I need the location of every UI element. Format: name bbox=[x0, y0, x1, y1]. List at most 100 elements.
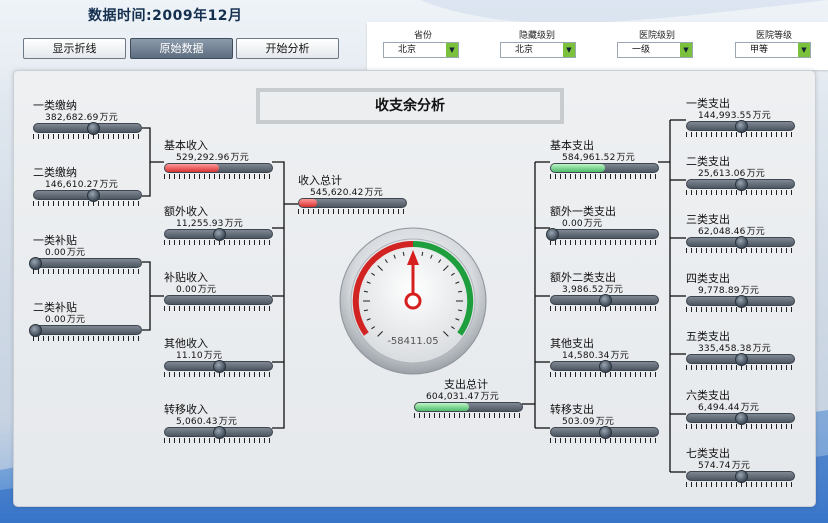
value-unit: 万元 bbox=[197, 285, 217, 295]
slider-track[interactable] bbox=[686, 412, 795, 425]
chevron-down-icon: ▼ bbox=[563, 43, 575, 57]
slider-track[interactable] bbox=[164, 295, 273, 305]
chevron-down-icon: ▼ bbox=[798, 43, 810, 57]
slider-track[interactable] bbox=[550, 163, 659, 173]
expense-type6[interactable]: 六类支出 6,494.44万元 bbox=[686, 387, 798, 429]
slider-track[interactable] bbox=[686, 353, 795, 366]
tick-scale bbox=[164, 438, 273, 443]
widget-value: 0.00万元 bbox=[562, 216, 602, 229]
tick-scale bbox=[33, 269, 142, 274]
expense-type3[interactable]: 三类支出 62,048.46万元 bbox=[686, 211, 798, 253]
slider-track[interactable] bbox=[298, 198, 407, 208]
expense-type7[interactable]: 七类支出 574.74万元 bbox=[686, 445, 798, 487]
expense-transfer[interactable]: 转移支出 503.09万元 bbox=[550, 401, 662, 443]
value-number: 0.00 bbox=[562, 219, 583, 229]
source-type2-subsidy[interactable]: 二类补贴 0.00万元 bbox=[29, 299, 145, 341]
filter-hidden-level-select[interactable]: 北京 ▼ bbox=[500, 42, 576, 58]
expense-type5[interactable]: 五类支出 335,458.38万元 bbox=[686, 328, 798, 370]
slider-track[interactable] bbox=[550, 294, 659, 307]
income-other[interactable]: 其他收入 11.10万元 bbox=[164, 335, 276, 377]
slider-track[interactable] bbox=[164, 360, 273, 373]
expense-basic[interactable]: 基本支出 584,961.52万元 bbox=[550, 137, 662, 179]
value-number: 6,494.44 bbox=[698, 403, 740, 413]
value-unit: 万元 bbox=[99, 113, 118, 123]
slider-track[interactable] bbox=[414, 402, 523, 412]
value-unit: 万元 bbox=[746, 169, 766, 179]
tick-scale bbox=[550, 372, 659, 377]
data-time-label: 数据时间:2009年12月 bbox=[88, 8, 243, 24]
filter-hidden-level-label: 隐藏级别 bbox=[518, 31, 555, 41]
expense-extra-type1[interactable]: 额外一类支出 0.00万元 bbox=[546, 203, 662, 245]
value-number: 0.00 bbox=[45, 248, 66, 258]
value-unit: 万元 bbox=[224, 219, 244, 229]
income-subsidy[interactable]: 补贴收入 0.00万元 bbox=[164, 269, 276, 311]
filter-province-select[interactable]: 北京 ▼ bbox=[383, 42, 459, 58]
expense-type4[interactable]: 四类支出 9,778.89万元 bbox=[686, 270, 798, 312]
expense-total[interactable]: 支出总计 604,031.47万元 bbox=[414, 376, 526, 418]
widget-value: 574.74万元 bbox=[698, 458, 750, 471]
expense-type1[interactable]: 一类支出 144,993.55万元 bbox=[686, 95, 798, 137]
slider-fill bbox=[165, 164, 219, 172]
tick-scale bbox=[33, 336, 142, 341]
widget-value: 62,048.46万元 bbox=[698, 224, 765, 237]
raw-data-button[interactable]: 原始数据 bbox=[130, 38, 233, 59]
slider-track[interactable] bbox=[33, 122, 142, 135]
value-number: 9,778.89 bbox=[698, 286, 740, 296]
tick-scale bbox=[686, 132, 795, 137]
slider-track[interactable] bbox=[29, 257, 142, 270]
start-analysis-button[interactable]: 开始分析 bbox=[236, 38, 339, 59]
expense-type2[interactable]: 二类支出 25,613.06万元 bbox=[686, 153, 798, 195]
source-type1-subsidy[interactable]: 一类补贴 0.00万元 bbox=[29, 232, 145, 274]
income-basic[interactable]: 基本收入 529,292.96万元 bbox=[164, 137, 276, 179]
widget-value: 545,620.42万元 bbox=[310, 185, 383, 198]
slider-track[interactable] bbox=[686, 178, 795, 191]
filter-province-value: 北京 bbox=[398, 45, 417, 55]
slider-track[interactable] bbox=[33, 189, 142, 202]
income-extra[interactable]: 额外收入 11,255.93万元 bbox=[164, 203, 276, 245]
tick-scale bbox=[33, 134, 142, 139]
source-type2-payment[interactable]: 二类缴纳 146,610.27万元 bbox=[33, 164, 145, 206]
slider-track[interactable] bbox=[550, 360, 659, 373]
widget-value: 584,961.52万元 bbox=[562, 150, 635, 163]
widget-value: 0.00万元 bbox=[45, 312, 85, 325]
filter-bar: 省份 北京 ▼ 隐藏级别 北京 ▼ 医院级别 一级 ▼ 医院等级 甲等 ▼ bbox=[367, 22, 828, 70]
tick-scale bbox=[686, 248, 795, 253]
filter-hospital-grade-select[interactable]: 甲等 ▼ bbox=[735, 42, 811, 58]
panel-title: 收支余分析 bbox=[256, 88, 564, 124]
slider-track[interactable] bbox=[164, 426, 273, 439]
slider-track[interactable] bbox=[686, 295, 795, 308]
expense-extra-type2[interactable]: 额外二类支出 3,986.52万元 bbox=[550, 269, 662, 311]
expense-other[interactable]: 其他支出 14,580.34万元 bbox=[550, 335, 662, 377]
slider-track[interactable] bbox=[164, 228, 273, 241]
widget-value: 0.00万元 bbox=[45, 245, 85, 258]
slider-track[interactable] bbox=[686, 470, 795, 483]
widget-value: 11.10万元 bbox=[176, 348, 222, 361]
income-transfer[interactable]: 转移收入 5,060.43万元 bbox=[164, 401, 276, 443]
show-trend-button[interactable]: 显示折线 bbox=[23, 38, 126, 59]
filter-hospital-grade-value: 甲等 bbox=[750, 45, 769, 55]
filter-hospital-level-select[interactable]: 一级 ▼ bbox=[617, 42, 693, 58]
slider-track[interactable] bbox=[546, 228, 659, 241]
widget-value: 529,292.96万元 bbox=[176, 150, 249, 163]
slider-track[interactable] bbox=[164, 163, 273, 173]
slider-track[interactable] bbox=[686, 120, 795, 133]
value-unit: 万元 bbox=[610, 351, 630, 361]
slider-track[interactable] bbox=[29, 324, 142, 337]
filter-hospital-level-label: 医院级别 bbox=[638, 31, 675, 41]
value-unit: 万元 bbox=[583, 219, 603, 229]
tick-scale bbox=[164, 306, 273, 311]
tick-scale bbox=[686, 482, 795, 487]
income-total[interactable]: 收入总计 545,620.42万元 bbox=[298, 172, 410, 214]
value-number: 0.00 bbox=[45, 315, 66, 325]
slider-track[interactable] bbox=[686, 236, 795, 249]
tick-scale bbox=[298, 209, 407, 214]
tick-scale bbox=[550, 306, 659, 311]
widget-value: 25,613.06万元 bbox=[698, 166, 765, 179]
widget-value: 3,986.52万元 bbox=[562, 282, 623, 295]
tick-scale bbox=[33, 201, 142, 206]
slider-track[interactable] bbox=[550, 426, 659, 439]
source-type1-payment[interactable]: 一类缴纳 382,682.69万元 bbox=[33, 97, 145, 139]
value-unit: 万元 bbox=[480, 392, 499, 402]
value-number: 3,986.52 bbox=[562, 285, 604, 295]
widget-value: 146,610.27万元 bbox=[45, 177, 118, 190]
